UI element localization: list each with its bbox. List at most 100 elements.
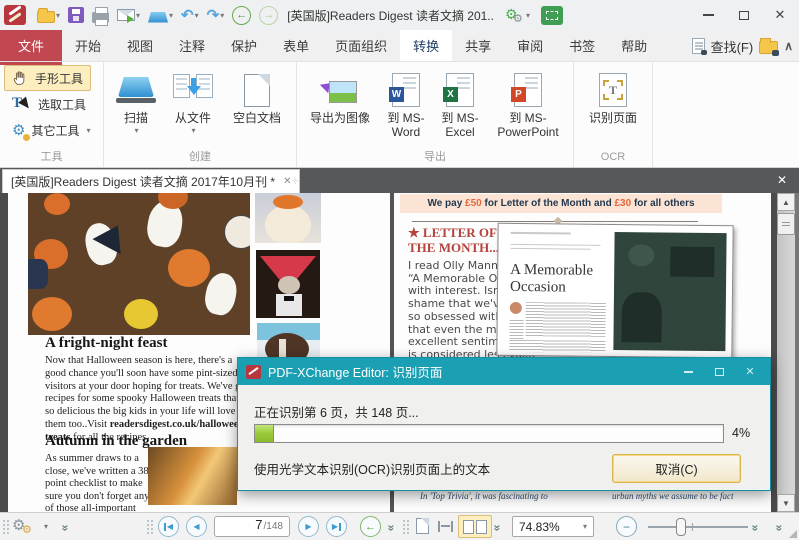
new-tab-button[interactable]: +: [286, 172, 304, 189]
scroll-down-button[interactable]: ▼: [777, 494, 795, 512]
dialog-maximize-button[interactable]: [707, 362, 731, 382]
caret-down-icon[interactable]: ▾: [134, 126, 138, 135]
caret-down-icon[interactable]: ▾: [195, 11, 199, 20]
caret-down-icon[interactable]: ▾: [220, 11, 224, 20]
caret-down-icon[interactable]: ▾: [191, 126, 195, 135]
document-viewport[interactable]: A fright-night feast Now that Halloween …: [0, 193, 799, 512]
to-ms-word-button[interactable]: W 到 MS-Word: [379, 65, 433, 140]
expand-toolbar-button[interactable]: »: [384, 525, 398, 532]
tab-organize[interactable]: 页面组织: [322, 30, 400, 61]
page-number-input[interactable]: 7/148: [214, 516, 290, 537]
toolbar-grip[interactable]: [2, 519, 9, 535]
to-ms-powerpoint-button[interactable]: P 到 MS-PowerPoint: [487, 65, 569, 140]
close-document-button[interactable]: ✕: [771, 171, 793, 190]
tab-protect[interactable]: 保护: [218, 30, 270, 61]
tab-help[interactable]: 帮助: [608, 30, 660, 61]
vertical-scrollbar[interactable]: ▲ ▼: [777, 193, 795, 512]
dialog-minimize-button[interactable]: [676, 362, 700, 382]
caret-down-icon[interactable]: ▾: [169, 11, 173, 20]
tab-convert[interactable]: 转换: [400, 30, 452, 61]
next-view-button[interactable]: →: [256, 3, 281, 27]
progress-percent: 4%: [732, 426, 750, 440]
tab-bookmarks[interactable]: 书签: [556, 30, 608, 61]
from-file-button[interactable]: 从文件 ▾: [164, 65, 222, 135]
inset-illustration: [613, 232, 726, 351]
scan-button[interactable]: ▾: [145, 3, 176, 27]
tab-review[interactable]: 审阅: [504, 30, 556, 61]
export-as-image-button[interactable]: 导出为图像: [301, 65, 379, 126]
print-button[interactable]: [89, 3, 112, 27]
to-ms-excel-button[interactable]: X 到 MS-Excel: [433, 65, 487, 140]
select-tool-icon: T: [12, 95, 32, 113]
tab-home[interactable]: 开始: [62, 30, 114, 61]
previous-page-button[interactable]: ◀: [186, 516, 207, 537]
email-button[interactable]: ▾: [114, 3, 143, 27]
tab-form[interactable]: 表单: [270, 30, 322, 61]
page-icon: [463, 520, 474, 534]
zoom-value: 74.83%: [519, 520, 560, 534]
dialog-close-button[interactable]: ✕: [738, 362, 762, 382]
save-icon: [68, 7, 84, 23]
minimize-button[interactable]: [693, 3, 723, 27]
status-bar: ⚙⚙ ▾ » ◀ ◀ 7/148 ▶ ▶ ← » » 74.83%▾ − » »: [0, 512, 799, 540]
caret-down-icon[interactable]: ▾: [526, 11, 530, 20]
find-button[interactable]: 查找(F): [711, 37, 754, 56]
expand-toolbar-button[interactable]: »: [772, 525, 786, 532]
toolbar-grip[interactable]: [402, 519, 409, 535]
expand-toolbar-button[interactable]: »: [58, 525, 72, 532]
other-tools-button[interactable]: ⚙ 其它工具 ▾: [4, 117, 98, 143]
caret-down-icon[interactable]: ▾: [86, 126, 90, 135]
select-tool-button[interactable]: T 选取工具: [4, 91, 94, 117]
resize-grip[interactable]: [789, 530, 797, 538]
tab-view[interactable]: 视图: [114, 30, 166, 61]
pdf-xchange-editor-window: ▾ ▾ ▾ ↶▾ ↷▾ ← → [英国版]Readers Digest 读者文摘…: [0, 0, 799, 540]
scrollbar-thumb[interactable]: [777, 213, 795, 235]
previous-view-button[interactable]: ←: [229, 3, 254, 27]
tab-comment[interactable]: 注释: [166, 30, 218, 61]
undo-button[interactable]: ↶▾: [178, 3, 202, 27]
save-button[interactable]: [65, 3, 87, 27]
close-button[interactable]: ✕: [765, 3, 795, 27]
zoom-level-select[interactable]: 74.83%▾: [512, 516, 594, 537]
maximize-button[interactable]: [729, 3, 759, 27]
collapse-ribbon-button[interactable]: ∧: [784, 39, 793, 53]
options-button[interactable]: ⚙⚙: [12, 516, 42, 538]
expand-toolbar-button[interactable]: »: [748, 525, 762, 532]
colored-gears-icon: ⚙⚙: [505, 6, 525, 24]
maximize-icon: [739, 11, 749, 20]
zoom-slider-handle[interactable]: [676, 518, 686, 536]
fit-width-button[interactable]: [438, 521, 453, 532]
single-page-view-button[interactable]: [416, 518, 429, 534]
tab-file[interactable]: 文件: [0, 30, 62, 61]
document-tab-active[interactable]: [英国版]Readers Digest 读者文摘 2017年10月刊 * ✕: [2, 169, 300, 193]
previous-view-button[interactable]: ←: [360, 516, 381, 537]
last-page-button[interactable]: ▶: [326, 516, 347, 537]
blank-document-label: 空白文档: [233, 112, 281, 126]
zoom-out-button[interactable]: −: [616, 516, 637, 537]
first-page-button[interactable]: ◀: [158, 516, 179, 537]
scroll-up-button[interactable]: ▲: [777, 193, 795, 211]
hand-tool-button[interactable]: 手形工具: [4, 65, 91, 91]
scan-page-button[interactable]: 扫描 ▾: [108, 65, 164, 135]
caret-down-icon[interactable]: ▾: [44, 522, 48, 531]
cancel-button[interactable]: 取消(C): [612, 454, 741, 483]
ocr-pages-button[interactable]: T 识别页面: [578, 65, 648, 126]
open-file-button[interactable]: ▾: [34, 3, 63, 27]
toolbar-grip[interactable]: [146, 519, 153, 535]
expand-toolbar-button[interactable]: »: [490, 525, 504, 532]
first-page-icon: ◀: [167, 522, 173, 531]
zoom-slider[interactable]: [648, 526, 748, 528]
blank-document-button[interactable]: 空白文档: [222, 65, 292, 126]
caret-down-icon[interactable]: ▾: [56, 11, 60, 20]
redo-button[interactable]: ↷▾: [204, 3, 228, 27]
recent-folder-icon[interactable]: [759, 41, 778, 54]
two-page-view-button[interactable]: [458, 515, 492, 538]
launch-applications-button[interactable]: ⚙⚙▾: [502, 3, 533, 27]
forward-arrow-icon: →: [259, 6, 278, 25]
fullscreen-button[interactable]: [541, 6, 563, 25]
dialog-title-bar[interactable]: PDF-XChange Editor: 识别页面 ✕: [238, 358, 770, 385]
tab-share[interactable]: 共享: [452, 30, 504, 61]
next-page-button[interactable]: ▶: [298, 516, 319, 537]
magazine-inset-preview: A MemorableOccasion: [496, 223, 733, 358]
cat-photo-1: [255, 193, 321, 243]
